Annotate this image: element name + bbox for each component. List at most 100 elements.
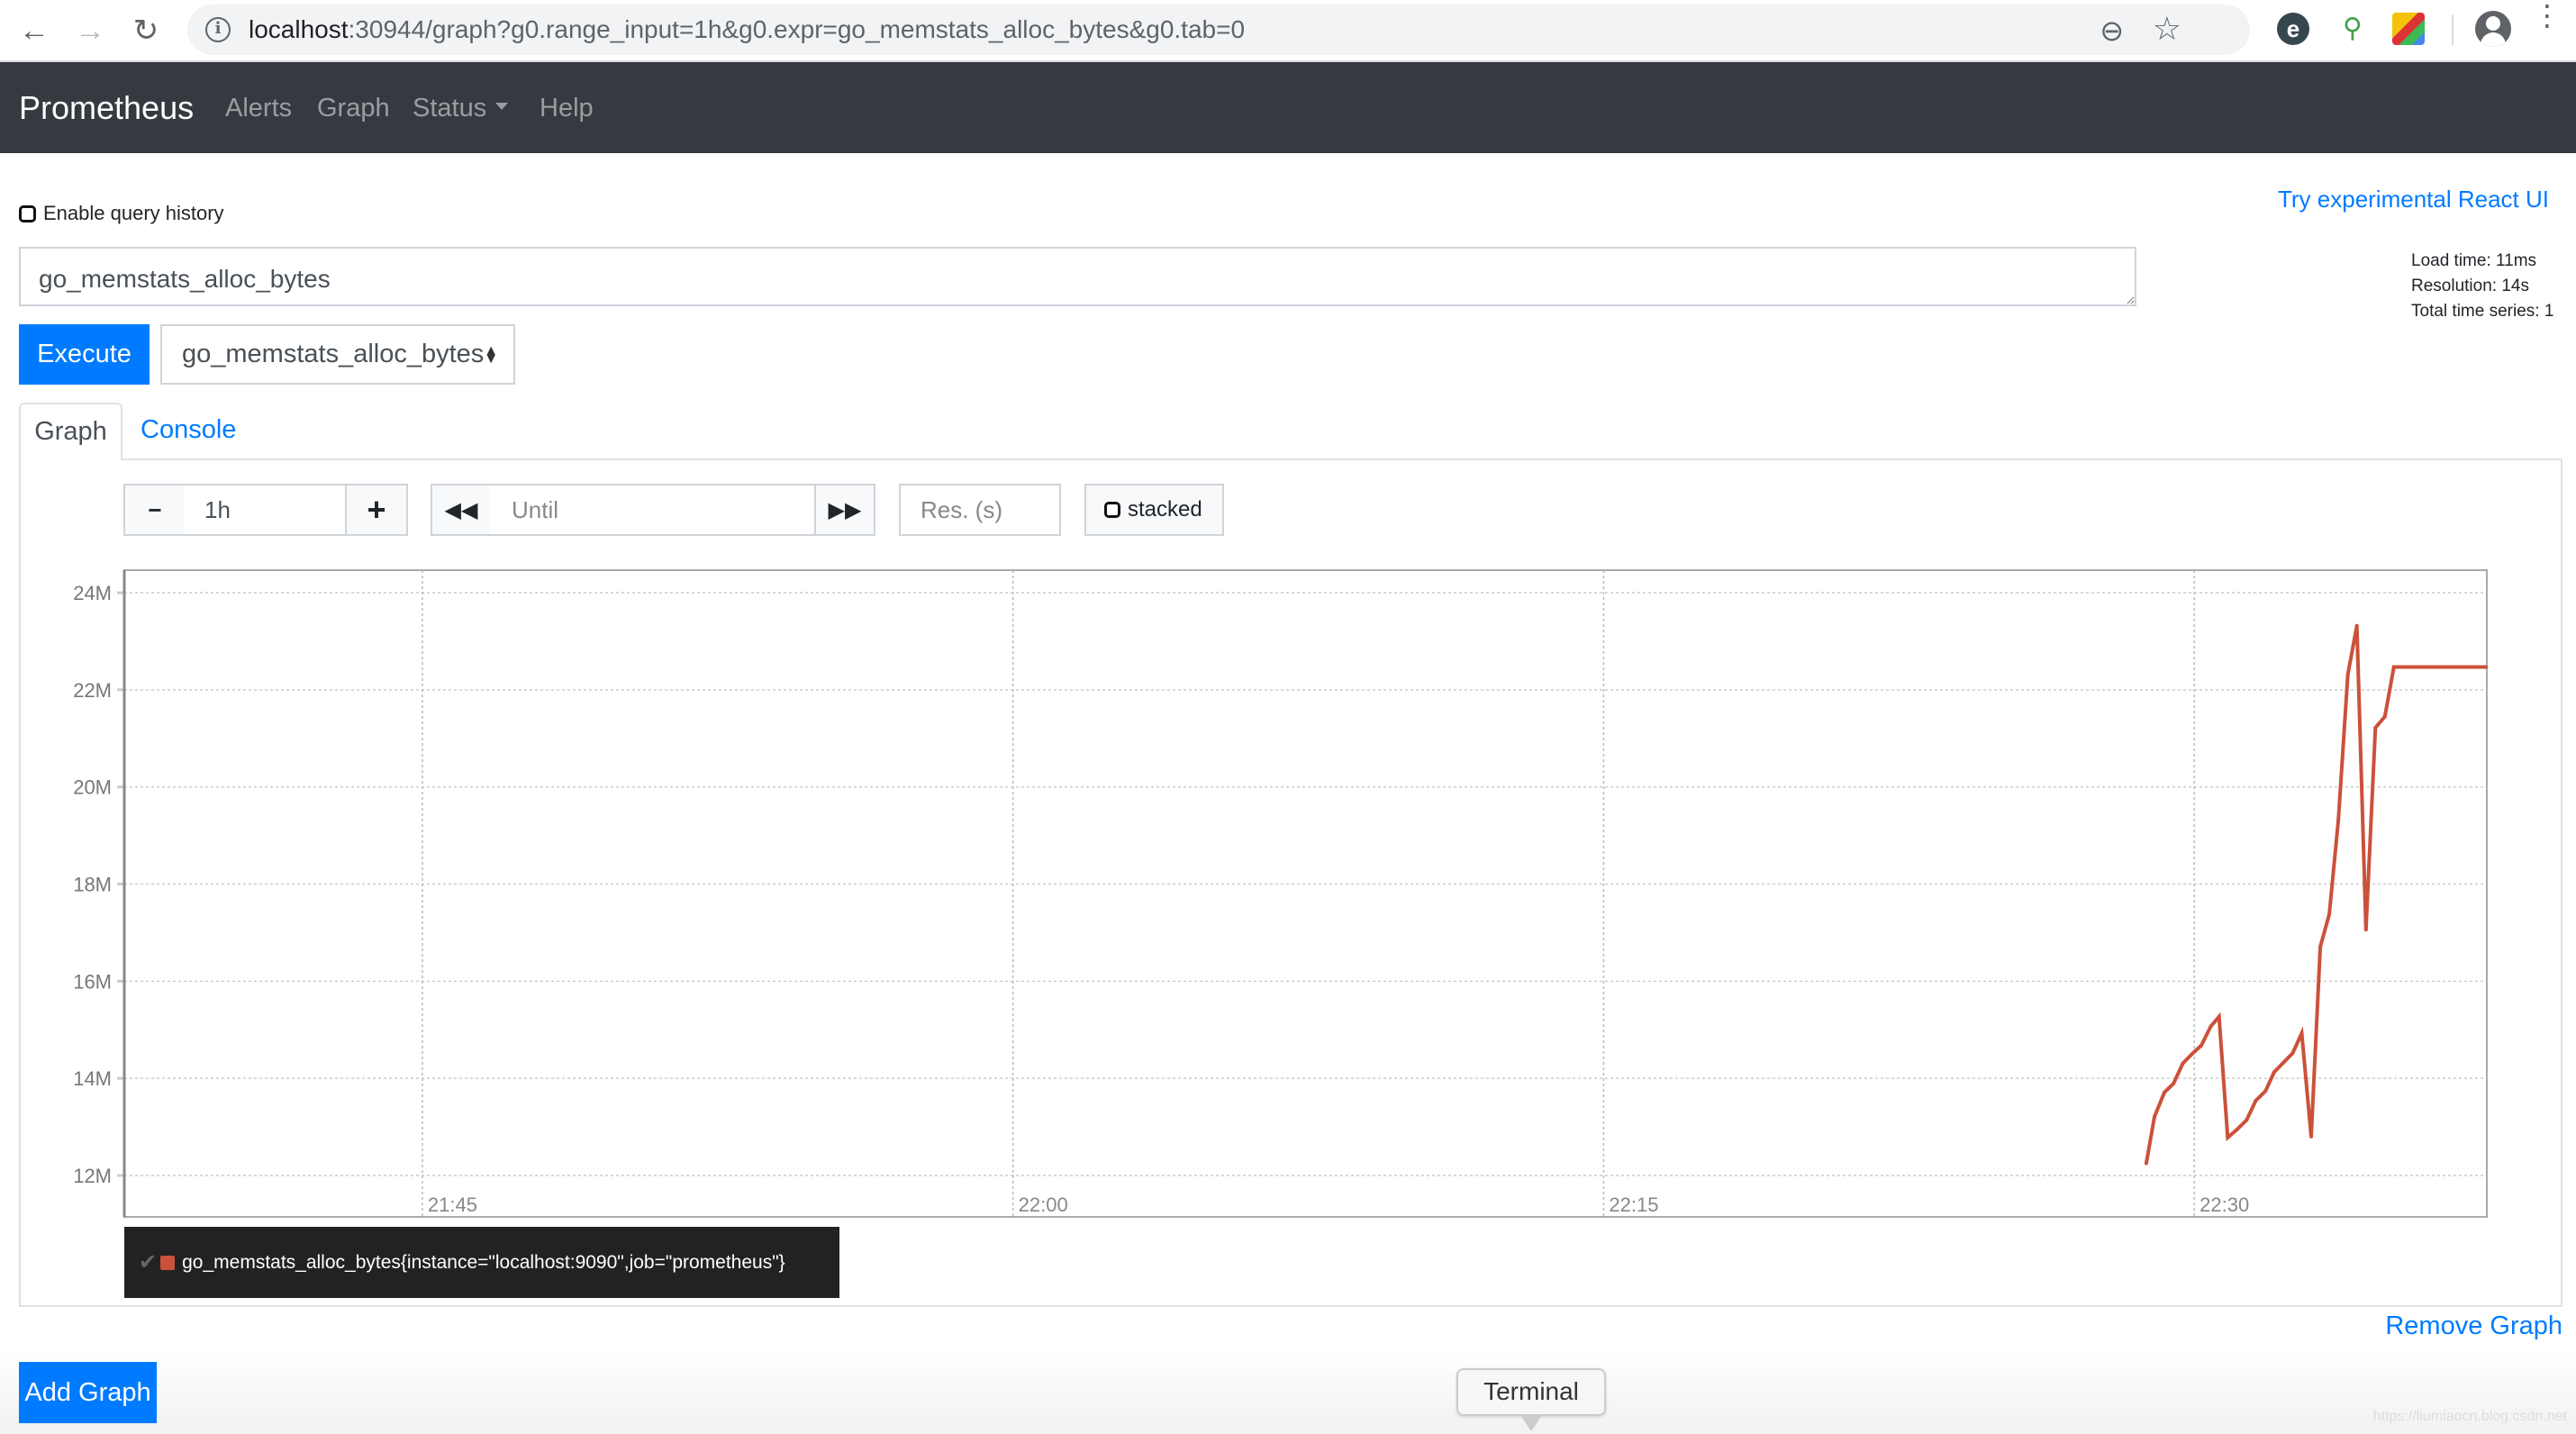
history-label: Enable query history [43,202,224,224]
resolution: Resolution: 14s [2411,277,2529,295]
data-point [2354,623,2359,628]
address-bar[interactable]: i localhost:30944/graph?g0.range_input=1… [187,5,2250,55]
tooltip-tail [1520,1415,1542,1431]
history-checkbox[interactable] [19,204,36,222]
data-point [2181,1061,2185,1066]
data-point [2254,1098,2258,1103]
until-input[interactable]: Until [490,484,816,536]
tab-graph[interactable]: Graph [19,403,122,460]
data-point [2226,1135,2230,1139]
data-point [2318,945,2323,949]
brand-link[interactable]: Prometheus [19,89,194,127]
range-input[interactable]: 1h [185,484,347,536]
data-point [2217,1014,2221,1019]
react-ui-link[interactable]: Try experimental React UI [2278,186,2549,213]
series-line [2144,625,2487,1164]
footer-background [0,1351,2576,1434]
data-point [2153,1114,2157,1119]
data-point [2162,1090,2166,1094]
remove-graph-link[interactable]: Remove Graph [2385,1311,2562,1341]
metric-select[interactable]: go_memstats_alloc_bytes ▲ ▼ [160,324,515,385]
time-forward-button[interactable]: ▶▶ [814,484,875,536]
query-history-toggle[interactable]: Enable query history [19,202,224,225]
data-point [2363,928,2368,932]
stacked-label: stacked [1128,497,1202,522]
extension-icon[interactable]: ⚲ [2336,13,2369,45]
watermark: https://liumiaocn.blog.csdn.net [2372,1409,2567,1424]
menu-icon[interactable]: ⋮ [2533,1,2562,30]
extension-icon[interactable]: e [2277,13,2309,45]
x-tick-label: 22:00 [1019,1193,1068,1216]
data-point [2235,1127,2239,1131]
data-point [2200,1043,2204,1048]
expression-input[interactable]: go_memstats_alloc_bytes [19,247,2136,306]
x-tick-label: 22:15 [1609,1193,1658,1216]
metric-select-value: go_memstats_alloc_bytes [182,340,485,368]
info-icon[interactable]: i [205,17,231,42]
stacked-checkbox[interactable] [1104,502,1120,518]
y-tick-label: 18M [73,874,112,896]
reload-icon[interactable]: ↻ [128,13,164,49]
y-tick-label: 16M [73,970,112,993]
y-tick-label: 14M [73,1067,112,1090]
caret-down-icon [495,103,509,111]
browser-toolbar: ← → ↻ i localhost:30944/graph?g0.range_i… [0,0,2576,62]
url-text[interactable]: localhost:30944/graph?g0.range_input=1h&… [249,15,1245,44]
star-icon[interactable]: ☆ [2153,10,2181,48]
back-icon[interactable]: ← [16,13,52,49]
profile-icon[interactable] [2475,11,2511,47]
tab-console[interactable]: Console [141,403,236,458]
data-point [2382,714,2387,719]
data-point [2484,665,2489,669]
x-tick-label: 22:30 [2200,1193,2249,1216]
range-increase-button[interactable]: + [345,484,408,536]
y-tick-label: 12M [73,1165,112,1187]
data-point [2327,912,2332,916]
y-tick-label: 20M [73,776,112,799]
load-time: Load time: 11ms [2411,251,2537,270]
data-point [2272,1070,2276,1075]
time-series-chart[interactable]: 12M 14M 16M 18M 20M 22M 24M 21:45 22:00 22:15 22:… [54,558,2522,1225]
data-point [2299,1031,2304,1036]
data-point [2144,1161,2148,1166]
y-tick-label: 24M [73,582,112,604]
series-color-swatch [160,1255,176,1270]
total-series: Total time series: 1 [2411,302,2554,321]
range-decrease-button[interactable]: − [123,484,186,536]
nav-graph[interactable]: Graph [317,94,390,123]
nav-help[interactable]: Help [540,94,594,123]
data-point [2190,1052,2194,1057]
add-graph-button[interactable]: Add Graph [19,1362,157,1423]
data-point [2281,1060,2285,1065]
data-point [2309,1134,2314,1139]
nav-alerts[interactable]: Alerts [225,94,292,123]
execute-button[interactable]: Execute [19,324,150,385]
y-tick-label: 22M [73,679,112,702]
navbar: Prometheus Alerts Graph Status Help [0,62,2576,153]
check-icon[interactable]: ✔ [139,1249,157,1275]
data-point [2373,725,2378,730]
forward-icon[interactable]: → [72,13,108,49]
chart-legend: ✔ go_memstats_alloc_bytes{instance="loca… [124,1227,839,1298]
data-point [2209,1024,2213,1029]
stacked-toggle[interactable]: stacked [1084,484,1224,536]
data-point [2336,817,2341,821]
nav-status[interactable]: Status [413,94,509,123]
data-point [2245,1118,2249,1122]
legend-series-label[interactable]: go_memstats_alloc_bytes{instance="localh… [182,1252,785,1274]
resolution-input[interactable]: Res. (s) [899,484,1061,536]
data-point [2391,665,2396,669]
data-point [2290,1051,2295,1056]
data-point [2263,1089,2268,1094]
extension-icon[interactable] [2392,13,2425,45]
zoom-out-icon[interactable]: ⊖ [2100,14,2124,48]
toolbar-divider [2452,14,2454,45]
data-point [2172,1082,2176,1086]
terminal-tooltip[interactable]: Terminal [1456,1368,1606,1416]
data-point [2345,672,2350,676]
time-back-button[interactable]: ◀◀ [431,484,492,536]
x-tick-label: 21:45 [428,1193,477,1216]
plot-frame [123,569,2488,1218]
query-stats: Load time: 11ms Resolution: 14s Total ti… [2411,249,2553,324]
select-arrows-icon: ▲ ▼ [484,342,499,367]
